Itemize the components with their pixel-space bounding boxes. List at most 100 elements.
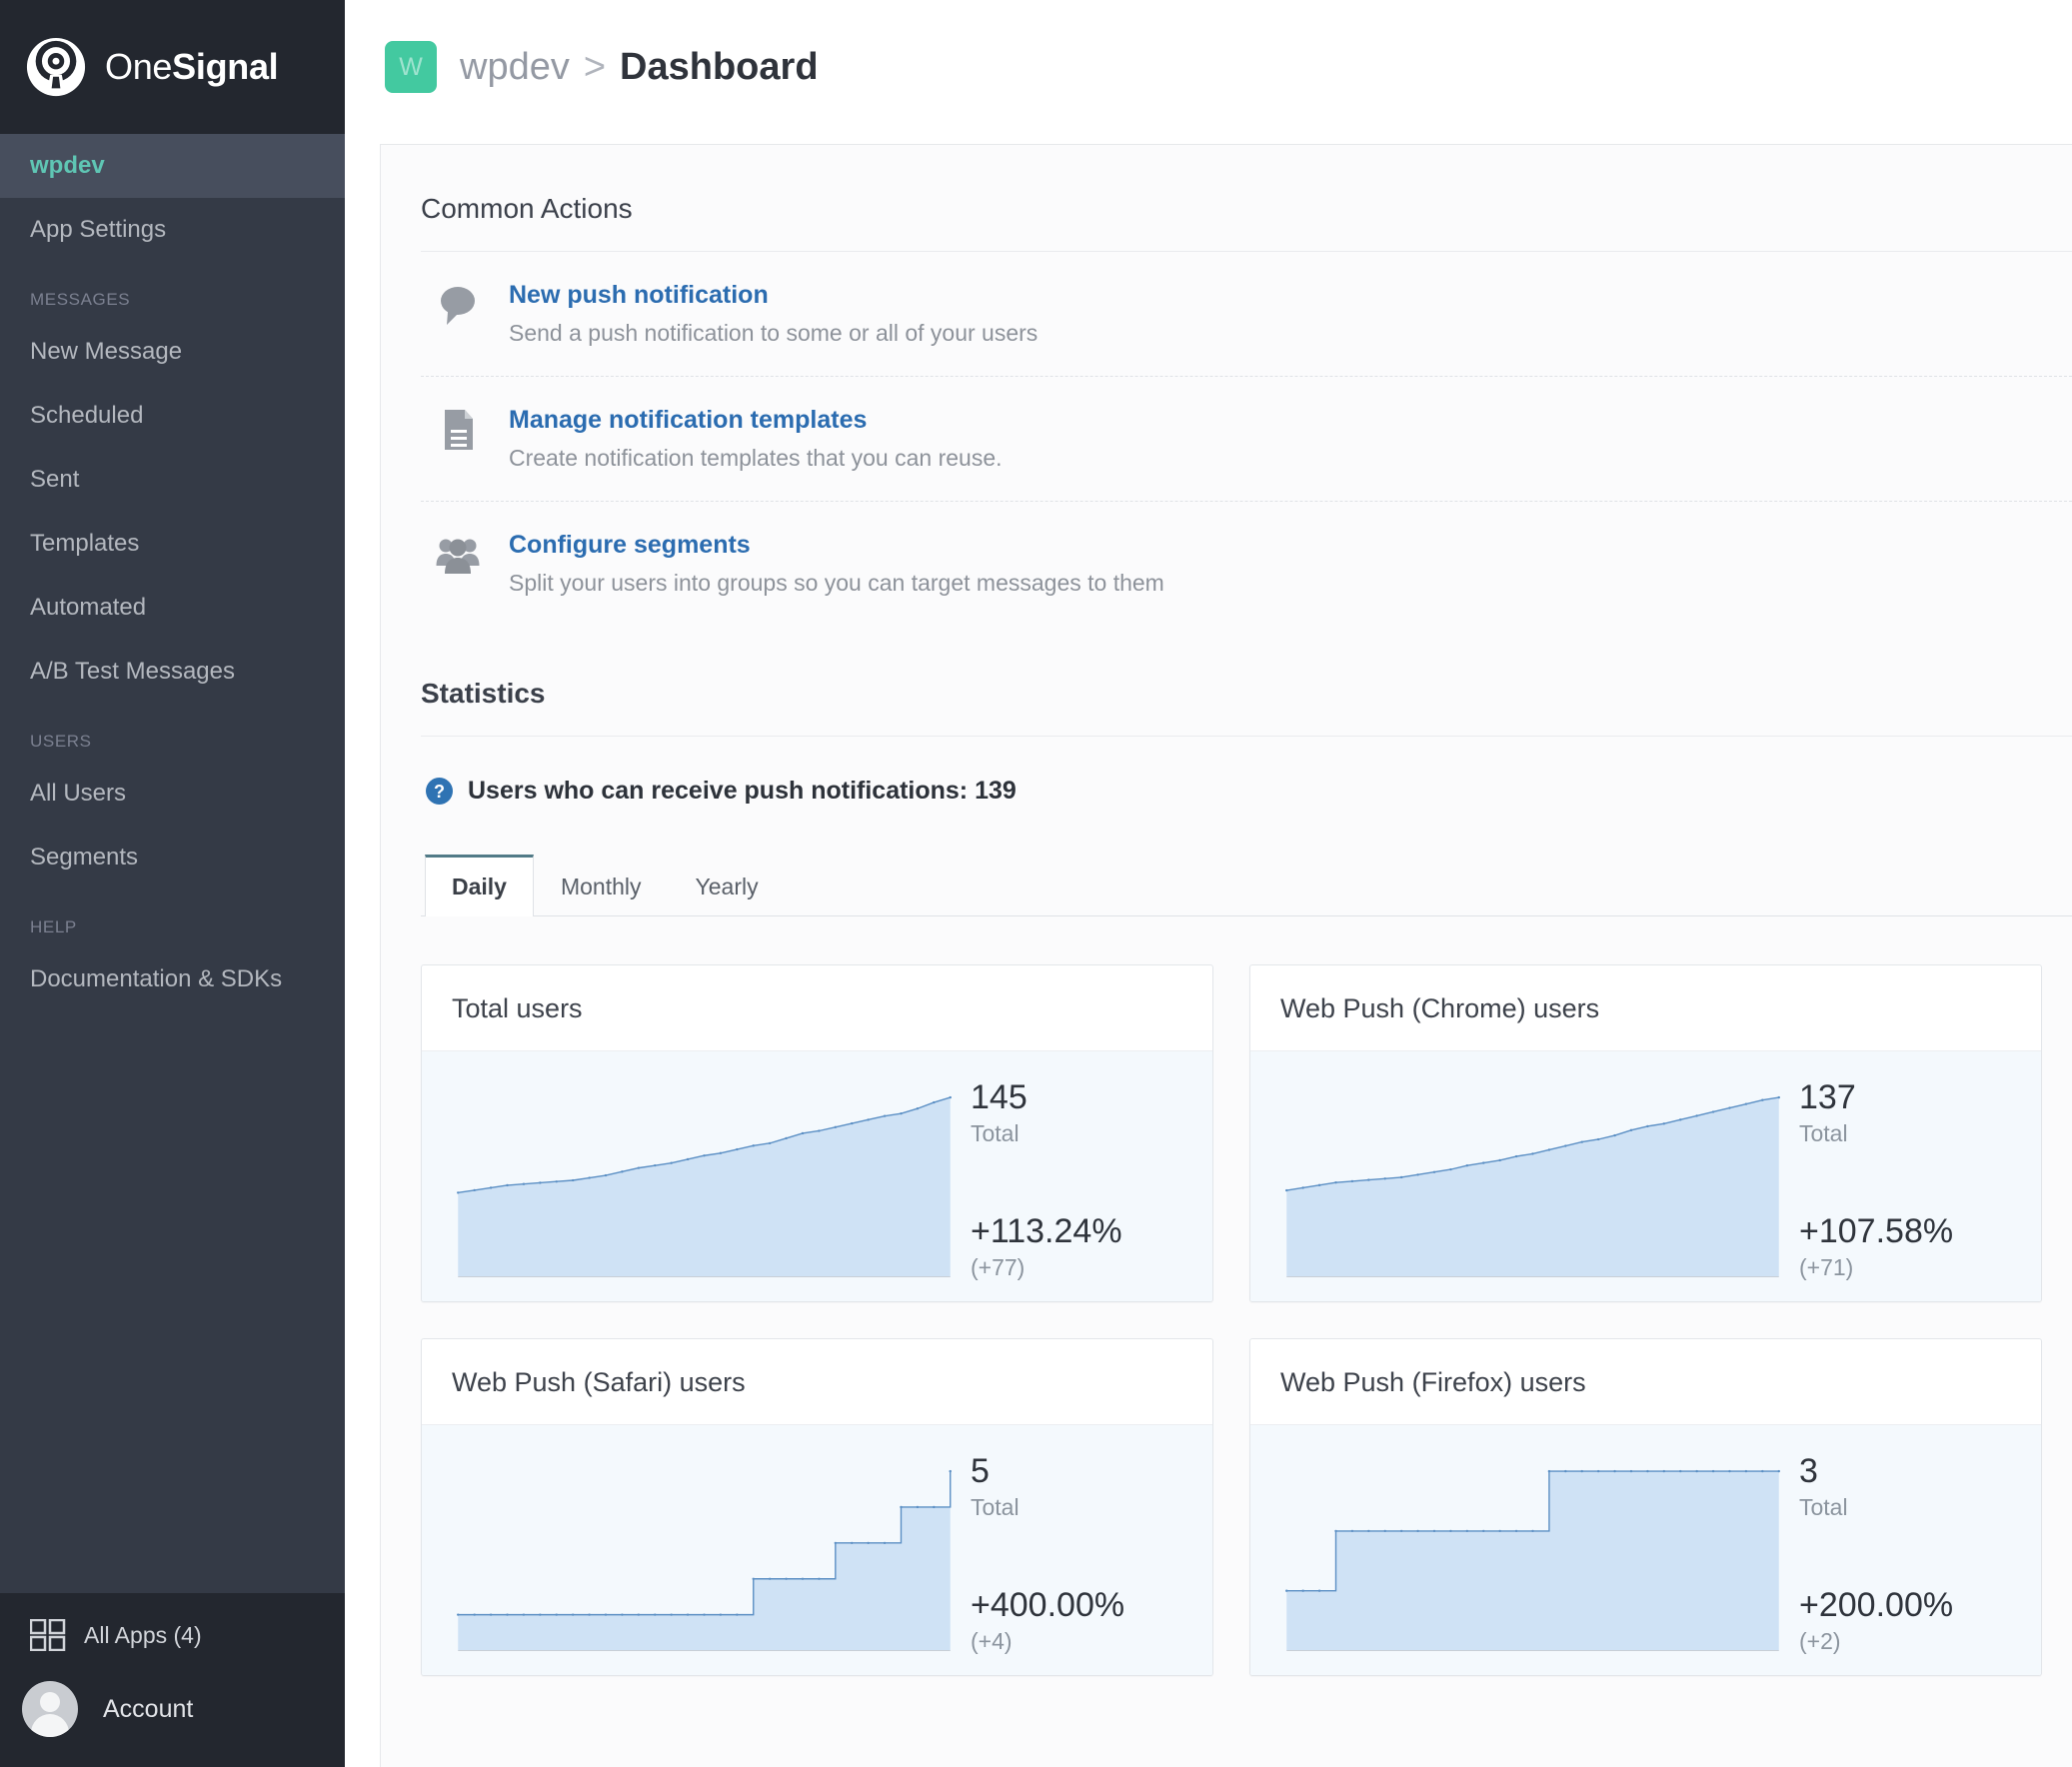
grid-icon xyxy=(30,1619,66,1651)
area-chart-svg xyxy=(1285,1469,1780,1659)
speech-bubble-icon xyxy=(441,287,475,325)
stat-total-value: 3 xyxy=(1799,1452,1818,1490)
card-stats: 137 Total +107.58% (+71) xyxy=(1781,1051,2041,1301)
breadcrumb-app[interactable]: wpdev xyxy=(460,46,570,89)
sidebar-item-ab-test-messages[interactable]: A/B Test Messages xyxy=(0,640,345,704)
card-stats: 3 Total +200.00% (+2) xyxy=(1781,1425,2041,1675)
stat-total-label: Total xyxy=(971,1120,1020,1146)
receive-push-summary: ? Users who can receive push notificatio… xyxy=(421,777,2072,806)
sidebar-item-documentation-sdks[interactable]: Documentation & SDKs xyxy=(0,947,345,1011)
document-icon xyxy=(445,410,473,450)
sidebar-item-segments[interactable]: Segments xyxy=(0,826,345,889)
action-new-push-notification[interactable]: New push notification Send a push notifi… xyxy=(421,252,2072,377)
card-body: 137 Total +107.58% (+71) xyxy=(1250,1051,2041,1301)
people-group-icon xyxy=(436,539,480,574)
question-mark-icon[interactable]: ? xyxy=(425,777,454,806)
stat-percent: +107.58% xyxy=(1799,1212,1954,1250)
account-button[interactable]: Account xyxy=(0,1673,345,1749)
main-area: W wpdev > Dashboard Common Actions New p… xyxy=(345,0,2072,1767)
card-title: Web Push (Chrome) users xyxy=(1250,965,2041,1051)
action-manage-notification-templates[interactable]: Manage notification templates Create not… xyxy=(421,377,2072,502)
card-title: Total users xyxy=(422,965,1212,1051)
action-title[interactable]: Manage notification templates xyxy=(509,403,1003,437)
action-configure-segments[interactable]: Configure segments Split your users into… xyxy=(421,502,2072,626)
stat-card-web-push-safari: Web Push (Safari) users 5 Total +400.00%… xyxy=(421,1338,1213,1676)
tab-monthly[interactable]: Monthly xyxy=(534,855,669,916)
action-description: Create notification templates that you c… xyxy=(509,445,1003,471)
card-title: Web Push (Safari) users xyxy=(422,1339,1212,1425)
stat-percent: +400.00% xyxy=(971,1586,1125,1624)
brand-title: OneSignal xyxy=(105,46,279,88)
action-title[interactable]: Configure segments xyxy=(509,528,1164,562)
brand-header[interactable]: OneSignal xyxy=(0,0,345,134)
stat-total-value: 5 xyxy=(971,1452,990,1490)
stat-card-total-users: Total users 145 Total +113.24% (+77) xyxy=(421,964,1213,1302)
area-chart-svg xyxy=(457,1469,952,1659)
action-description: Send a push notification to some or all … xyxy=(509,320,1038,346)
sidebar-footer: All Apps (4) Account xyxy=(0,1593,345,1767)
breadcrumb: wpdev > Dashboard xyxy=(460,46,819,89)
sidebar-item-all-users[interactable]: All Users xyxy=(0,762,345,826)
stat-delta: (+2) xyxy=(1799,1628,1841,1654)
sidebar-section-users: USERS xyxy=(30,732,92,751)
stat-percent: +200.00% xyxy=(1799,1586,1954,1624)
card-body: 5 Total +400.00% (+4) xyxy=(422,1425,1212,1675)
stat-total-value: 145 xyxy=(971,1078,1028,1116)
area-chart-svg xyxy=(1285,1095,1780,1285)
common-actions-heading: Common Actions xyxy=(421,193,633,224)
stat-total-label: Total xyxy=(1799,1494,1848,1520)
app-root: OneSignal wpdev App Settings MESSAGES Ne… xyxy=(0,0,2072,1767)
statistics-heading: Statistics xyxy=(421,678,546,709)
avatar-icon xyxy=(22,1681,78,1737)
statistics-box: ? Users who can receive push notificatio… xyxy=(421,736,2072,1716)
card-stats: 145 Total +113.24% (+77) xyxy=(953,1051,1212,1301)
stat-delta: (+71) xyxy=(1799,1254,1854,1280)
action-title[interactable]: New push notification xyxy=(509,278,1037,312)
card-body: 145 Total +113.24% (+77) xyxy=(422,1051,1212,1301)
sidebar-item-app-settings[interactable]: App Settings xyxy=(0,198,345,262)
onesignal-logo-icon xyxy=(26,37,86,97)
stat-card-web-push-firefox: Web Push (Firefox) users 3 Total +200.00… xyxy=(1249,1338,2042,1676)
area-chart-svg xyxy=(457,1095,952,1285)
brand-title-signal: Signal xyxy=(172,46,279,87)
all-apps-button[interactable]: All Apps (4) xyxy=(0,1593,345,1673)
tab-daily[interactable]: Daily xyxy=(425,855,534,916)
all-apps-label: All Apps (4) xyxy=(84,1621,202,1648)
sidebar-item-scheduled[interactable]: Scheduled xyxy=(0,384,345,448)
sidebar-item-new-message[interactable]: New Message xyxy=(0,320,345,384)
svg-text:?: ? xyxy=(434,782,445,802)
sidebar-nav: wpdev App Settings MESSAGES New Message … xyxy=(0,134,345,1593)
chart-web-push-firefox xyxy=(1250,1425,1781,1675)
sidebar-item-sent[interactable]: Sent xyxy=(0,448,345,512)
content-wrapper: Common Actions New push notification Sen… xyxy=(345,134,2072,1767)
sidebar-item-automated[interactable]: Automated xyxy=(0,576,345,640)
statistics-cards: Total users 145 Total +113.24% (+77) Web… xyxy=(421,916,2072,1716)
card-title: Web Push (Firefox) users xyxy=(1250,1339,2041,1425)
topbar: W wpdev > Dashboard xyxy=(345,0,2072,134)
dashboard-panel: Common Actions New push notification Sen… xyxy=(380,144,2072,1767)
stat-percent: +113.24% xyxy=(971,1212,1122,1250)
chart-web-push-safari xyxy=(422,1425,953,1675)
breadcrumb-separator: > xyxy=(583,45,607,88)
stat-total-label: Total xyxy=(971,1494,1020,1520)
common-actions-list: New push notification Send a push notifi… xyxy=(421,251,2072,626)
action-description: Split your users into groups so you can … xyxy=(509,570,1164,596)
sidebar-item-wpdev[interactable]: wpdev xyxy=(0,134,345,198)
chart-total-users xyxy=(422,1051,953,1301)
page-title: Dashboard xyxy=(620,45,819,88)
receive-push-label: Users who can receive push notifications… xyxy=(468,777,1017,805)
sidebar: OneSignal wpdev App Settings MESSAGES Ne… xyxy=(0,0,345,1767)
stat-card-web-push-chrome: Web Push (Chrome) users 137 Total +107.5… xyxy=(1249,964,2042,1302)
sidebar-item-templates[interactable]: Templates xyxy=(0,512,345,576)
stat-total-label: Total xyxy=(1799,1120,1848,1146)
brand-title-one: One xyxy=(105,46,173,87)
chart-web-push-chrome xyxy=(1250,1051,1781,1301)
stat-total-value: 137 xyxy=(1799,1078,1856,1116)
card-stats: 5 Total +400.00% (+4) xyxy=(953,1425,1212,1675)
stat-delta: (+77) xyxy=(971,1254,1026,1280)
card-body: 3 Total +200.00% (+2) xyxy=(1250,1425,2041,1675)
sidebar-section-help: HELP xyxy=(30,917,77,936)
account-label: Account xyxy=(103,1694,194,1723)
sidebar-section-messages: MESSAGES xyxy=(30,290,131,309)
tab-yearly[interactable]: Yearly xyxy=(669,855,786,916)
